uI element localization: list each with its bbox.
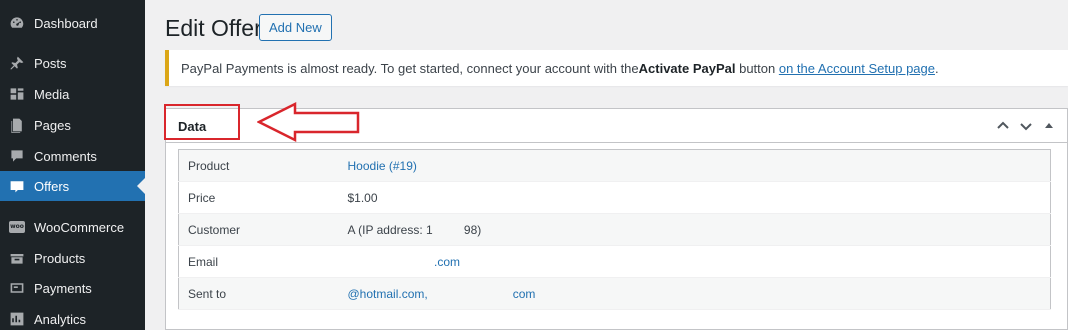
row-key: Email	[178, 245, 348, 278]
main-content: Edit Offer Add New PayPal Payments is al…	[145, 0, 1068, 330]
move-down-icon[interactable]	[1017, 117, 1035, 135]
annotation-arrow-icon	[257, 101, 360, 143]
sidebar-item-pages[interactable]: Pages	[0, 110, 145, 140]
price-value: $1.00	[347, 181, 1051, 214]
sidebar-item-analytics[interactable]: Analytics	[0, 304, 145, 330]
sidebar-item-posts[interactable]: Posts	[0, 48, 145, 78]
sidebar-item-label: Analytics	[34, 311, 87, 327]
sidebar-item-products[interactable]: Products	[0, 243, 145, 273]
table-row: Customer A (IP address: 1 98)	[178, 213, 1051, 246]
email-link[interactable]: .com	[348, 255, 460, 269]
annotation-highlight-box	[164, 104, 240, 140]
sidebar-item-label: Media	[34, 86, 70, 102]
notice-text-end: .	[935, 60, 939, 76]
active-indicator	[137, 178, 145, 194]
table-row: Sent to @hotmail.com, com	[178, 277, 1051, 310]
table-row: Email .com	[178, 245, 1051, 278]
offer-data-table: Product Hoodie (#19) Price $1.00 Custome…	[178, 149, 1051, 310]
notice-text: PayPal Payments is almost ready. To get …	[181, 60, 639, 76]
sidebar-item-label: Dashboard	[34, 15, 98, 31]
customer-value: A (IP address: 1 98)	[347, 213, 1051, 246]
sidebar-item-dashboard[interactable]: Dashboard	[0, 8, 145, 38]
woo-icon: woo	[9, 219, 25, 235]
dashboard-icon	[9, 15, 25, 31]
products-icon	[9, 250, 25, 266]
move-up-icon[interactable]	[994, 117, 1012, 135]
sidebar-item-label: Posts	[34, 55, 67, 71]
offers-icon	[9, 178, 25, 194]
sidebar-item-label: Products	[34, 250, 86, 266]
row-key: Sent to	[178, 277, 348, 310]
payments-icon	[9, 280, 25, 296]
paypal-notice: PayPal Payments is almost ready. To get …	[165, 50, 1068, 86]
pin-icon	[9, 55, 25, 71]
add-new-button[interactable]: Add New	[259, 14, 332, 41]
row-key: Price	[178, 181, 348, 214]
toggle-panel-icon[interactable]	[1040, 117, 1058, 135]
table-row: Product Hoodie (#19)	[178, 149, 1051, 182]
sent-to-link[interactable]: @hotmail.com, com	[348, 287, 536, 301]
notice-bold-text: Activate PayPal	[638, 60, 736, 76]
admin-sidebar: Dashboard Posts Media Pages Comments Off…	[0, 0, 145, 330]
analytics-icon	[9, 311, 25, 327]
pages-icon	[9, 117, 25, 133]
notice-text-middle: button	[735, 60, 779, 76]
sidebar-item-media[interactable]: Media	[0, 79, 145, 109]
sidebar-item-offers[interactable]: Offers	[0, 171, 145, 201]
comment-icon	[9, 148, 25, 164]
sidebar-item-woocommerce[interactable]: woo WooCommerce	[0, 212, 145, 242]
media-icon	[9, 86, 25, 102]
page-title: Edit Offer	[165, 15, 262, 41]
account-setup-link[interactable]: on the Account Setup page	[779, 61, 935, 76]
sidebar-item-label: Pages	[34, 117, 71, 133]
sidebar-item-label: WooCommerce	[34, 219, 125, 235]
sidebar-item-label: Offers	[34, 178, 70, 194]
product-link[interactable]: Hoodie (#19)	[348, 159, 417, 173]
sidebar-item-comments[interactable]: Comments	[0, 141, 145, 171]
row-key: Customer	[178, 213, 348, 246]
row-key: Product	[178, 149, 348, 182]
sidebar-item-payments[interactable]: Payments	[0, 273, 145, 303]
sidebar-item-label: Payments	[34, 280, 92, 296]
sidebar-item-label: Comments	[34, 148, 97, 164]
table-row: Price $1.00	[178, 181, 1051, 214]
